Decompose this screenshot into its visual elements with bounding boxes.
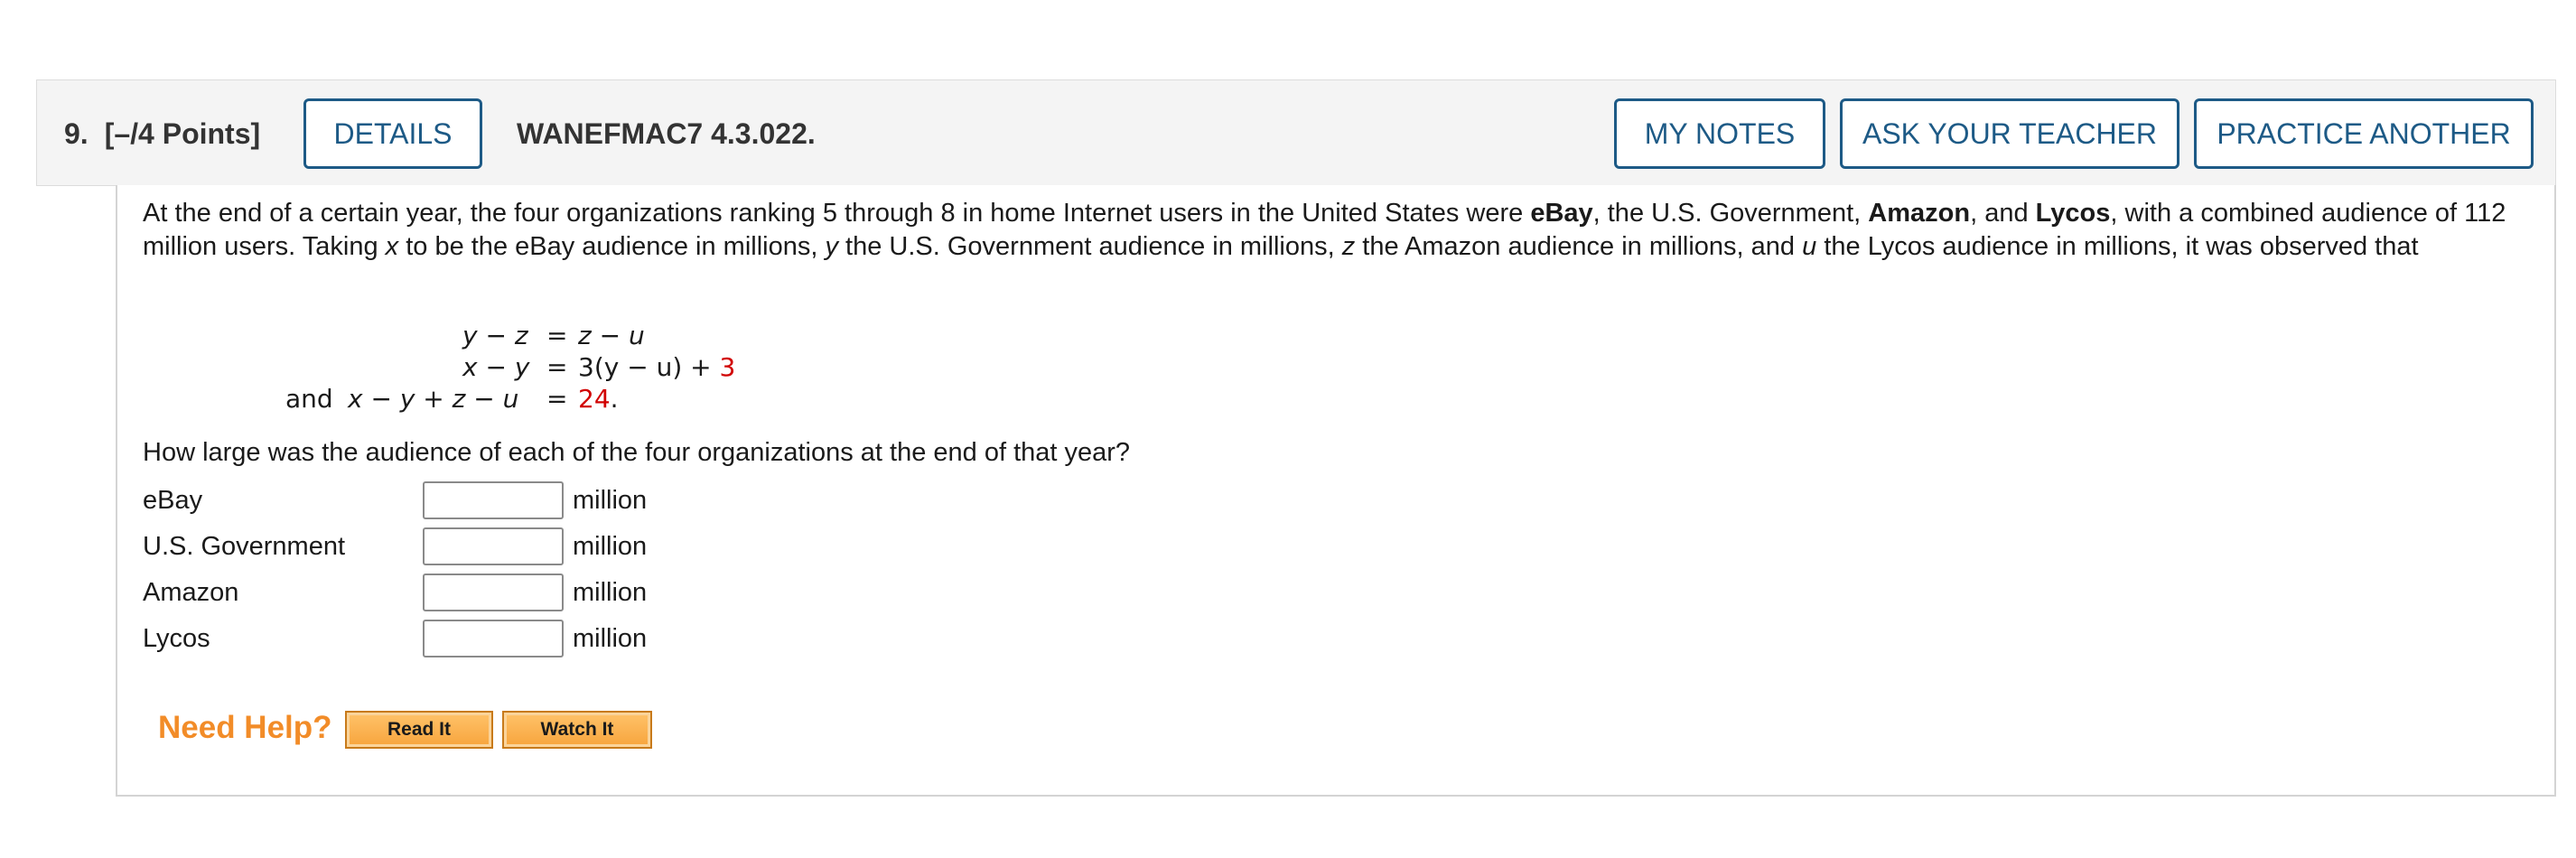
- var-z: z: [1341, 232, 1356, 261]
- question-prompt: How large was the audience of each of th…: [143, 438, 1131, 467]
- answer-input-lycos[interactable]: [423, 620, 564, 657]
- need-help-label: Need Help?: [158, 710, 332, 745]
- equation-rhs: z − u: [578, 321, 645, 350]
- question-title: 9. [–/4 Points]: [64, 80, 260, 187]
- equation-1-rhs: z − u: [578, 321, 645, 350]
- problem-text: the U.S. Government audience in millions…: [837, 232, 1342, 261]
- problem-text: , the U.S. Government,: [1592, 199, 1869, 228]
- equation-1: y − z: [462, 321, 528, 350]
- problem-text: the Lycos audience in millions, it was o…: [1816, 232, 2419, 261]
- equation-lhs: x − y: [462, 352, 530, 382]
- equation-3: x − y + z − u: [348, 384, 518, 414]
- var-y: y: [825, 232, 838, 261]
- equation-2: x − y: [462, 352, 529, 382]
- answer-unit: million: [573, 624, 648, 653]
- equation-1-equals: =: [546, 321, 568, 350]
- watch-it-button[interactable]: Watch It: [502, 711, 652, 749]
- var-u: u: [1802, 232, 1817, 261]
- answer-unit: million: [573, 532, 648, 561]
- problem-text: At the end of a certain year, the four o…: [143, 199, 1531, 228]
- equation-lhs: y − z: [462, 321, 528, 350]
- equation-period: .: [610, 384, 619, 414]
- details-button[interactable]: DETAILS: [303, 98, 482, 169]
- equation-constant: 3: [719, 352, 736, 382]
- practice-another-button[interactable]: PRACTICE ANOTHER: [2194, 98, 2534, 169]
- answer-unit: million: [573, 486, 648, 515]
- equation-2-equals: =: [546, 352, 568, 382]
- org-ebay: eBay: [1530, 199, 1593, 228]
- read-it-button[interactable]: Read It: [345, 711, 493, 749]
- problem-statement: At the end of a certain year, the four o…: [143, 197, 2509, 264]
- equation-3-prefix: and: [285, 384, 333, 414]
- equation-2-rhs: 3(y − u) + 3: [578, 352, 735, 382]
- my-notes-button[interactable]: MY NOTES: [1614, 98, 1825, 169]
- problem-text: the Amazon audience in millions, and: [1355, 232, 1803, 261]
- question-header: 9. [–/4 Points] DETAILS WANEFMAC7 4.3.02…: [36, 79, 2556, 186]
- question-points: [–/4 Points]: [104, 117, 261, 150]
- ask-your-teacher-button[interactable]: ASK YOUR TEACHER: [1840, 98, 2179, 169]
- question-number: 9.: [64, 117, 89, 150]
- answer-label-us-government: U.S. Government: [143, 532, 346, 561]
- answer-input-amazon[interactable]: [423, 574, 564, 611]
- equation-3-rhs: 24.: [578, 384, 619, 414]
- equation-rhs: 3(y − u) +: [578, 352, 720, 382]
- problem-text: to be the eBay audience in millions,: [398, 232, 826, 261]
- equation-lhs: x − y + z − u: [348, 384, 519, 414]
- answer-input-us-government[interactable]: [423, 527, 564, 565]
- equation-3-equals: =: [546, 384, 568, 414]
- var-x: x: [385, 232, 399, 261]
- answer-label-ebay: eBay: [143, 486, 203, 515]
- equation-constant: 24: [578, 384, 611, 414]
- org-lycos: Lycos: [2035, 199, 2111, 228]
- answer-label-lycos: Lycos: [143, 624, 210, 653]
- answer-label-amazon: Amazon: [143, 578, 239, 607]
- org-amazon: Amazon: [1868, 199, 1971, 228]
- problem-text: , and: [1970, 199, 2036, 228]
- answer-unit: million: [573, 578, 648, 607]
- question-code: WANEFMAC7 4.3.022.: [517, 117, 816, 150]
- answer-input-ebay[interactable]: [423, 481, 564, 519]
